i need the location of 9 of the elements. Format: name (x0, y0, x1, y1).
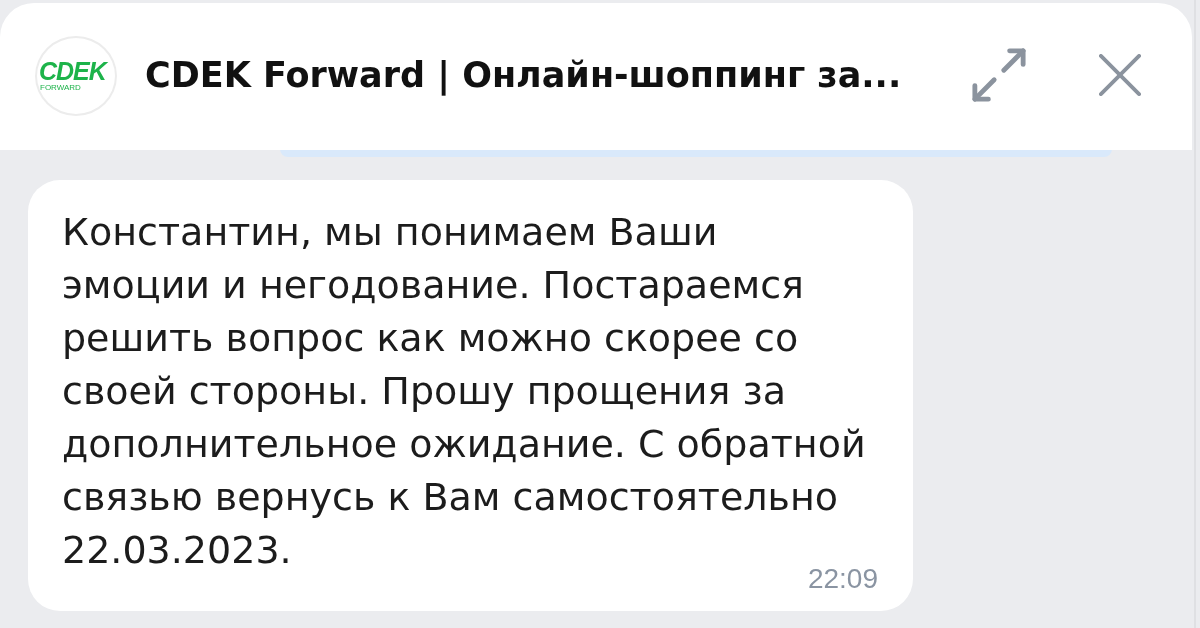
close-button[interactable] (1099, 53, 1141, 96)
message-time: 22:09 (807, 565, 878, 593)
message-text: Константин, мы понимаем Ваши эмоции и негодование. Постараемся решить вопрос как можно скорее со своей стороны. Прошу прощения за дополнительное ожидание. С обратной связью вернусь к Вам самостоятельно 22.03.2023. (62, 209, 866, 564)
chat-title: CDEK Forward | Онлайн-шоппинг за... (145, 54, 902, 95)
expand-button[interactable] (971, 46, 1027, 103)
logo-tagline: FORWARD (40, 83, 81, 92)
logo-wordmark: CDEK (39, 59, 106, 83)
close-icon (1099, 53, 1141, 96)
expand-icon (971, 46, 1027, 103)
